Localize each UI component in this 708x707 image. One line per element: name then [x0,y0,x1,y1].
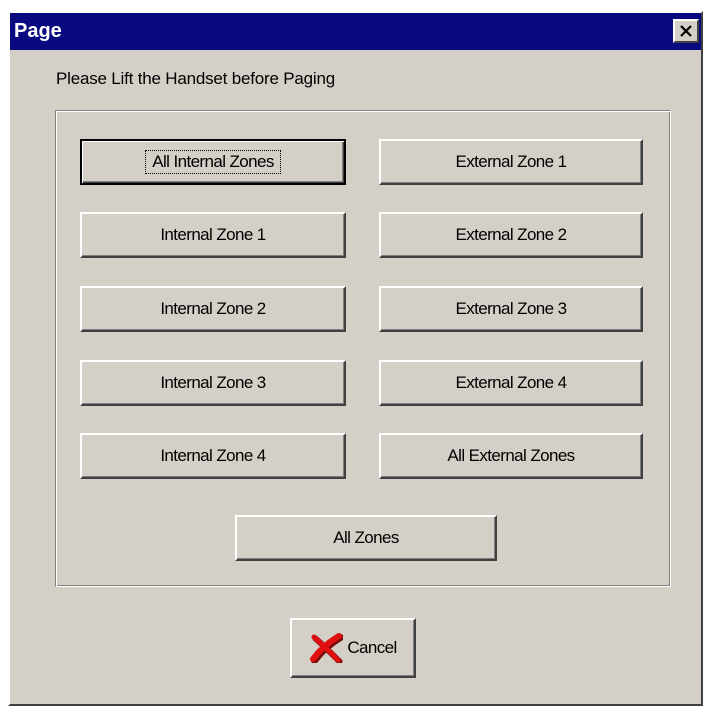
external-zone-3-button[interactable]: External Zone 3 [379,286,643,332]
internal-zone-2-button[interactable]: Internal Zone 2 [80,286,346,332]
button-label: External Zone 3 [455,299,567,318]
instruction-text: Please Lift the Handset before Paging [56,69,335,88]
all-zones-button[interactable]: All Zones [235,515,497,561]
button-label: All Zones [333,528,399,547]
internal-zone-3-button[interactable]: Internal Zone 3 [80,360,346,406]
page-dialog: Page Please Lift the Handset before Pagi… [8,11,703,706]
all-internal-zones-button[interactable]: All Internal Zones [80,139,346,185]
external-zone-4-button[interactable]: External Zone 4 [379,360,643,406]
internal-zone-4-button[interactable]: Internal Zone 4 [80,433,346,479]
title-bar[interactable]: Page [10,13,701,50]
window-title: Page [14,20,62,42]
button-label: Internal Zone 3 [160,373,266,392]
external-zone-1-button[interactable]: External Zone 1 [379,139,643,185]
button-label: Internal Zone 2 [160,299,266,318]
button-label: All External Zones [447,446,575,465]
button-label: Internal Zone 4 [160,446,266,465]
button-label: External Zone 1 [455,152,567,171]
external-zone-2-button[interactable]: External Zone 2 [379,212,643,258]
close-icon [680,25,692,37]
button-label: External Zone 4 [455,373,567,392]
cancel-content: Cancel [309,633,397,663]
internal-zone-1-button[interactable]: Internal Zone 1 [80,212,346,258]
close-button[interactable] [673,19,699,43]
button-label: All Internal Zones [145,150,281,174]
button-label: External Zone 2 [455,225,567,244]
button-label: Internal Zone 1 [160,225,266,244]
cancel-label: Cancel [347,638,397,657]
red-x-icon [310,633,344,663]
all-external-zones-button[interactable]: All External Zones [379,433,643,479]
cancel-button[interactable]: Cancel [290,618,416,678]
